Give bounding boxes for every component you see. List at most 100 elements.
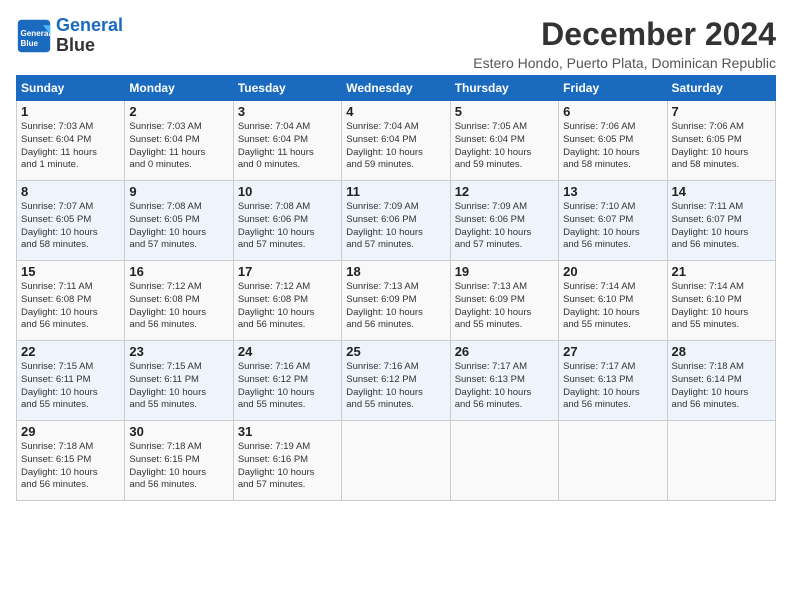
calendar-cell: 15 Sunrise: 7:11 AM Sunset: 6:08 PM Dayli… — [17, 261, 125, 341]
day-info: Sunrise: 7:09 AM Sunset: 6:06 PM Dayligh… — [455, 201, 554, 252]
day-info: Sunrise: 7:13 AM Sunset: 6:09 PM Dayligh… — [455, 281, 554, 332]
calendar-cell: 29 Sunrise: 7:18 AM Sunset: 6:15 PM Dayli… — [17, 421, 125, 501]
day-info: Sunrise: 7:15 AM Sunset: 6:11 PM Dayligh… — [21, 361, 120, 412]
calendar-cell: 12 Sunrise: 7:09 AM Sunset: 6:06 PM Dayli… — [450, 181, 558, 261]
calendar-cell: 28Sunrise: 7:18 AM Sunset: 6:14 PM Dayli… — [667, 341, 775, 421]
day-number: 3 — [238, 104, 337, 119]
calendar-cell: 9 Sunrise: 7:08 AM Sunset: 6:05 PM Daylig… — [125, 181, 233, 261]
month-title: December 2024 — [473, 16, 776, 53]
day-number: 15 — [21, 264, 120, 279]
day-number: 28 — [672, 344, 771, 359]
day-number: 8 — [21, 184, 120, 199]
dow-header-wednesday: Wednesday — [342, 76, 450, 101]
calendar-cell: 5 Sunrise: 7:05 AM Sunset: 6:04 PM Daylig… — [450, 101, 558, 181]
calendar-cell: 8 Sunrise: 7:07 AM Sunset: 6:05 PM Daylig… — [17, 181, 125, 261]
day-info: Sunrise: 7:18 AM Sunset: 6:15 PM Dayligh… — [21, 441, 120, 492]
dow-header-friday: Friday — [559, 76, 667, 101]
calendar-cell: 20Sunrise: 7:14 AM Sunset: 6:10 PM Dayli… — [559, 261, 667, 341]
calendar-cell: 25Sunrise: 7:16 AM Sunset: 6:12 PM Dayli… — [342, 341, 450, 421]
day-info: Sunrise: 7:04 AM Sunset: 6:04 PM Dayligh… — [346, 121, 445, 172]
calendar-cell — [559, 421, 667, 501]
calendar-cell — [450, 421, 558, 501]
day-info: Sunrise: 7:16 AM Sunset: 6:12 PM Dayligh… — [346, 361, 445, 412]
dow-header-thursday: Thursday — [450, 76, 558, 101]
calendar-cell: 13Sunrise: 7:10 AM Sunset: 6:07 PM Dayli… — [559, 181, 667, 261]
logo-text: General Blue — [56, 16, 123, 56]
day-info: Sunrise: 7:05 AM Sunset: 6:04 PM Dayligh… — [455, 121, 554, 172]
logo-icon: General Blue — [16, 18, 52, 54]
day-number: 9 — [129, 184, 228, 199]
calendar-cell: 6 Sunrise: 7:06 AM Sunset: 6:05 PM Daylig… — [559, 101, 667, 181]
day-info: Sunrise: 7:08 AM Sunset: 6:05 PM Dayligh… — [129, 201, 228, 252]
day-info: Sunrise: 7:15 AM Sunset: 6:11 PM Dayligh… — [129, 361, 228, 412]
calendar-cell: 24Sunrise: 7:16 AM Sunset: 6:12 PM Dayli… — [233, 341, 341, 421]
calendar-cell: 30Sunrise: 7:18 AM Sunset: 6:15 PM Dayli… — [125, 421, 233, 501]
day-info: Sunrise: 7:17 AM Sunset: 6:13 PM Dayligh… — [455, 361, 554, 412]
calendar-cell — [342, 421, 450, 501]
day-number: 18 — [346, 264, 445, 279]
calendar-cell: 31Sunrise: 7:19 AM Sunset: 6:16 PM Dayli… — [233, 421, 341, 501]
calendar-cell: 16 Sunrise: 7:12 AM Sunset: 6:08 PM Dayli… — [125, 261, 233, 341]
day-info: Sunrise: 7:03 AM Sunset: 6:04 PM Dayligh… — [129, 121, 228, 172]
day-info: Sunrise: 7:10 AM Sunset: 6:07 PM Dayligh… — [563, 201, 662, 252]
day-number: 11 — [346, 184, 445, 199]
calendar-cell: 26 Sunrise: 7:17 AM Sunset: 6:13 PM Dayli… — [450, 341, 558, 421]
calendar-week-3: 15 Sunrise: 7:11 AM Sunset: 6:08 PM Dayli… — [17, 261, 776, 341]
day-info: Sunrise: 7:06 AM Sunset: 6:05 PM Dayligh… — [672, 121, 771, 172]
calendar-week-2: 8 Sunrise: 7:07 AM Sunset: 6:05 PM Daylig… — [17, 181, 776, 261]
calendar-cell — [667, 421, 775, 501]
day-number: 12 — [455, 184, 554, 199]
dow-header-sunday: Sunday — [17, 76, 125, 101]
day-number: 16 — [129, 264, 228, 279]
day-info: Sunrise: 7:07 AM Sunset: 6:05 PM Dayligh… — [21, 201, 120, 252]
day-number: 26 — [455, 344, 554, 359]
location-subtitle: Estero Hondo, Puerto Plata, Dominican Re… — [473, 55, 776, 71]
day-info: Sunrise: 7:19 AM Sunset: 6:16 PM Dayligh… — [238, 441, 337, 492]
title-block: December 2024 Estero Hondo, Puerto Plata… — [473, 16, 776, 71]
calendar-cell: 19 Sunrise: 7:13 AM Sunset: 6:09 PM Dayli… — [450, 261, 558, 341]
dow-header-saturday: Saturday — [667, 76, 775, 101]
calendar-cell: 2 Sunrise: 7:03 AM Sunset: 6:04 PM Daylig… — [125, 101, 233, 181]
day-info: Sunrise: 7:12 AM Sunset: 6:08 PM Dayligh… — [129, 281, 228, 332]
calendar-cell: 1Sunrise: 7:03 AM Sunset: 6:04 PM Daylig… — [17, 101, 125, 181]
calendar-cell: 22 Sunrise: 7:15 AM Sunset: 6:11 PM Dayli… — [17, 341, 125, 421]
day-info: Sunrise: 7:13 AM Sunset: 6:09 PM Dayligh… — [346, 281, 445, 332]
day-info: Sunrise: 7:11 AM Sunset: 6:08 PM Dayligh… — [21, 281, 120, 332]
day-number: 2 — [129, 104, 228, 119]
day-number: 10 — [238, 184, 337, 199]
svg-text:General: General — [21, 29, 51, 38]
day-info: Sunrise: 7:16 AM Sunset: 6:12 PM Dayligh… — [238, 361, 337, 412]
day-info: Sunrise: 7:11 AM Sunset: 6:07 PM Dayligh… — [672, 201, 771, 252]
calendar-cell: 14 Sunrise: 7:11 AM Sunset: 6:07 PM Dayli… — [667, 181, 775, 261]
calendar-week-1: 1 Sunrise: 7:03 AM Sunset: 6:04 PM Daylig… — [17, 101, 776, 181]
day-number: 1 — [21, 104, 120, 119]
logo-line2: Blue — [56, 36, 123, 56]
calendar-header: SundayMondayTuesdayWednesdayThursdayFrid… — [17, 76, 776, 101]
day-number: 22 — [21, 344, 120, 359]
day-info: Sunrise: 7:08 AM Sunset: 6:06 PM Dayligh… — [238, 201, 337, 252]
day-info: Sunrise: 7:18 AM Sunset: 6:15 PM Dayligh… — [129, 441, 228, 492]
logo: General Blue General Blue — [16, 16, 123, 56]
day-number: 21 — [672, 264, 771, 279]
day-number: 17 — [238, 264, 337, 279]
day-info: Sunrise: 7:17 AM Sunset: 6:13 PM Dayligh… — [563, 361, 662, 412]
calendar-cell: 27Sunrise: 7:17 AM Sunset: 6:13 PM Dayli… — [559, 341, 667, 421]
calendar-week-4: 22 Sunrise: 7:15 AM Sunset: 6:11 PM Dayli… — [17, 341, 776, 421]
day-number: 19 — [455, 264, 554, 279]
calendar-cell: 4 Sunrise: 7:04 AM Sunset: 6:04 PM Daylig… — [342, 101, 450, 181]
logo-line1: General — [56, 15, 123, 35]
day-info: Sunrise: 7:06 AM Sunset: 6:05 PM Dayligh… — [563, 121, 662, 172]
day-info: Sunrise: 7:04 AM Sunset: 6:04 PM Dayligh… — [238, 121, 337, 172]
day-number: 5 — [455, 104, 554, 119]
day-info: Sunrise: 7:09 AM Sunset: 6:06 PM Dayligh… — [346, 201, 445, 252]
day-number: 7 — [672, 104, 771, 119]
calendar-table: SundayMondayTuesdayWednesdayThursdayFrid… — [16, 75, 776, 501]
day-number: 29 — [21, 424, 120, 439]
calendar-week-5: 29 Sunrise: 7:18 AM Sunset: 6:15 PM Dayli… — [17, 421, 776, 501]
day-number: 4 — [346, 104, 445, 119]
day-number: 6 — [563, 104, 662, 119]
day-info: Sunrise: 7:14 AM Sunset: 6:10 PM Dayligh… — [672, 281, 771, 332]
day-number: 14 — [672, 184, 771, 199]
calendar-cell: 23Sunrise: 7:15 AM Sunset: 6:11 PM Dayli… — [125, 341, 233, 421]
calendar-cell: 10 Sunrise: 7:08 AM Sunset: 6:06 PM Dayli… — [233, 181, 341, 261]
